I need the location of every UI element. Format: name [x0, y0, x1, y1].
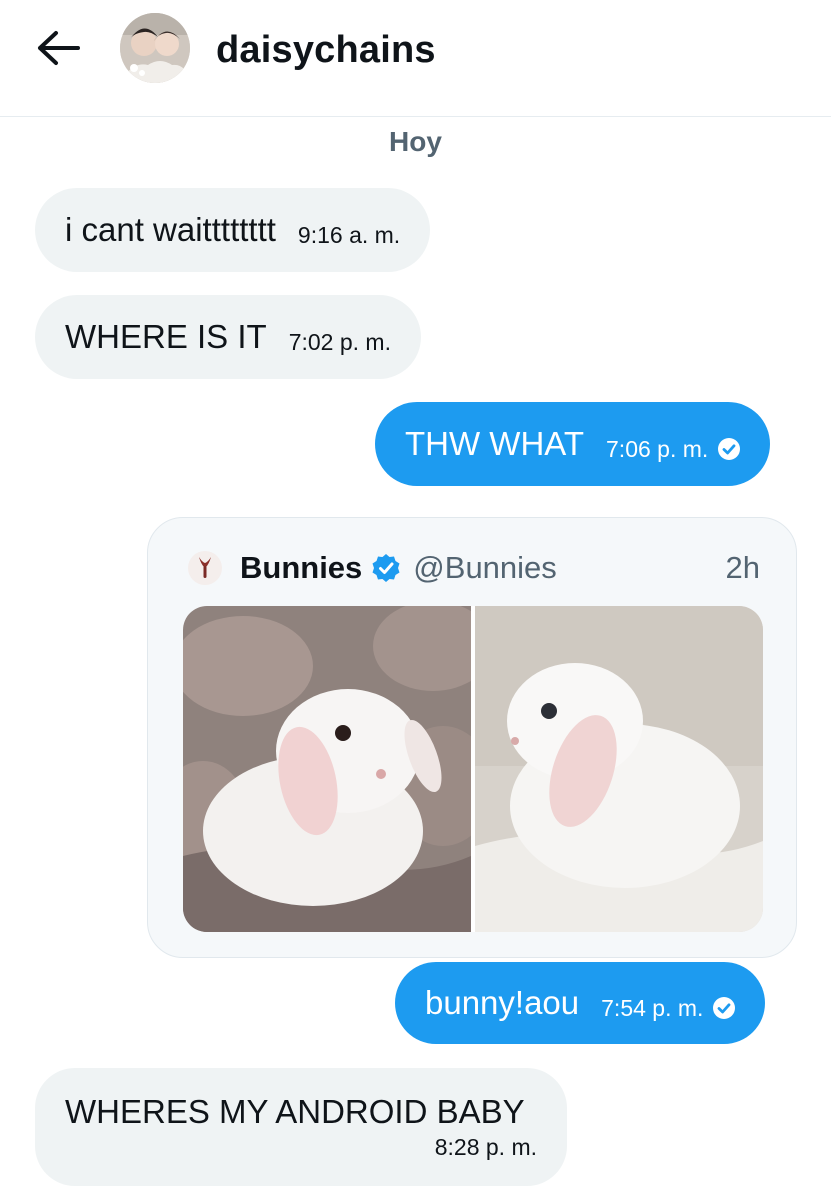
message-time: 7:02 p. m.: [288, 328, 391, 355]
message-text: i cant waitttttttt: [65, 211, 276, 248]
quoted-post-handle[interactable]: @Bunnies: [413, 550, 557, 586]
quoted-post-avatar[interactable]: [188, 551, 222, 585]
message-text: bunny!aou: [425, 984, 580, 1021]
arrow-left-icon: [38, 31, 80, 65]
message-bubble-outgoing[interactable]: THW WHAT 7:06 p. m.: [375, 402, 771, 486]
conversation-title[interactable]: daisychains: [216, 28, 436, 72]
quoted-post-author-name[interactable]: Bunnies: [240, 550, 362, 586]
message-bubble-incoming[interactable]: WHERE IS IT 7:02 p. m.: [35, 295, 421, 379]
message-bubble-incoming[interactable]: i cant waitttttttt 9:16 a. m.: [35, 188, 431, 272]
bunny-photo-right[interactable]: [475, 606, 763, 932]
conversation-header: daisychains: [0, 0, 831, 117]
message-text: WHERE IS IT: [65, 318, 267, 355]
message-bubble-outgoing[interactable]: bunny!aou 7:54 p. m.: [395, 962, 766, 1044]
read-check-icon: [713, 997, 736, 1019]
bunny-photo-left[interactable]: [183, 606, 471, 932]
quoted-post-header: Bunnies @Bunnies 2h: [188, 548, 760, 588]
message-time: 7:54 p. m.: [601, 994, 704, 1021]
message-time: 7:06 p. m.: [606, 435, 709, 462]
message-bubble-incoming[interactable]: WHERES MY ANDROID BABY 8:28 p. m.: [35, 1068, 567, 1186]
back-button[interactable]: [36, 28, 82, 68]
quoted-post-timestamp: 2h: [725, 550, 760, 585]
quoted-post-card[interactable]: Bunnies @Bunnies 2h: [147, 517, 797, 958]
verified-badge-icon: [372, 554, 400, 582]
message-time: 9:16 a. m.: [297, 221, 401, 248]
message-time: 8:28 p. m.: [434, 1134, 537, 1160]
day-separator: Hoy: [389, 126, 442, 157]
read-check-icon: [718, 438, 741, 460]
message-text: WHERES MY ANDROID BABY: [65, 1093, 525, 1130]
avatar[interactable]: [120, 13, 190, 83]
message-text: THW WHAT: [405, 425, 585, 462]
quoted-post-media: [183, 606, 763, 932]
